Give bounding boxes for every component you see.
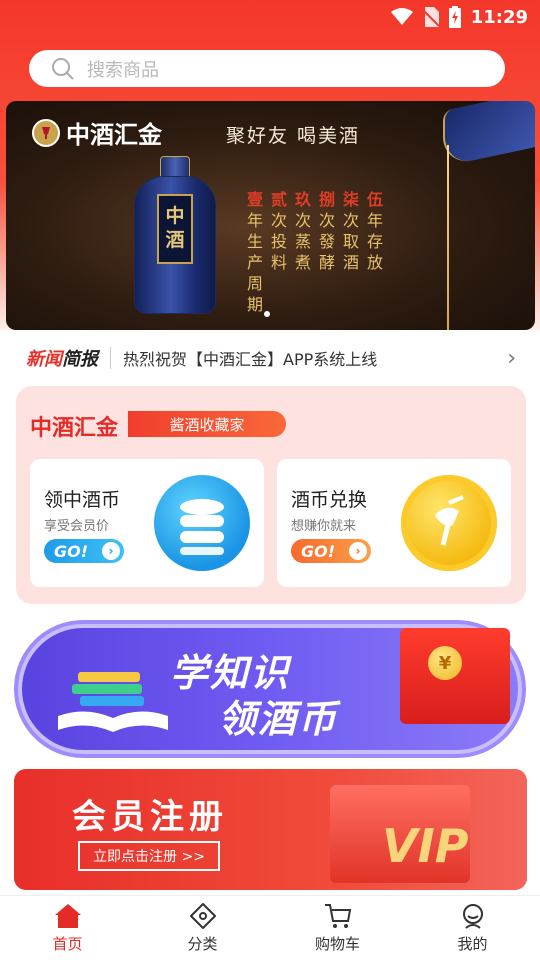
bottom-tab-bar: 首页 分类 购物车 我的 xyxy=(0,895,540,960)
poem-column: 捌 次 發 酵 xyxy=(318,190,335,272)
learn-banner-line2: 领酒币 xyxy=(218,697,339,741)
tab-cart-label: 购物车 xyxy=(314,934,360,953)
status-bar: 11:29 xyxy=(0,0,540,36)
vip-label: VIP xyxy=(382,819,469,873)
arrow-right-icon: › xyxy=(102,542,120,560)
get-coin-go-button[interactable]: GO! › xyxy=(44,539,124,563)
tab-category-label: 分类 xyxy=(187,934,218,953)
promo-carousel[interactable]: 中酒汇金 聚好友 喝美酒 中 酒 壹 年 生 产 周 期 贰 次 投 料 玖 次 xyxy=(6,101,535,330)
banner-brand-name: 中酒汇金 xyxy=(66,120,162,149)
battery-charging-icon xyxy=(448,6,461,28)
vip-register-banner[interactable]: 会员注册 立即点击注册 >> VIP xyxy=(14,769,527,890)
news-divider xyxy=(110,347,111,369)
gold-coin-icon xyxy=(401,475,497,571)
tab-home-label: 首页 xyxy=(52,934,83,953)
get-coin-card[interactable]: 领中酒币 享受会员价 GO! › xyxy=(30,459,264,587)
tab-profile[interactable]: 我的 xyxy=(405,896,540,960)
exchange-coin-card[interactable]: 酒币兑换 想赚你就来 GO! › xyxy=(277,459,511,587)
pouring-stream xyxy=(447,145,449,330)
poem-column: 柒 次 取 酒 xyxy=(342,190,359,272)
banner-brand: 中酒汇金 xyxy=(32,115,162,150)
tab-home[interactable]: 首页 xyxy=(0,896,135,960)
category-icon xyxy=(189,902,216,929)
liquor-bottle-image: 中 酒 xyxy=(134,156,216,314)
wifi-icon xyxy=(390,8,413,25)
poem-column: 玖 次 蒸 煮 xyxy=(294,190,311,272)
book-icon xyxy=(58,672,168,732)
news-ticker[interactable]: 新闻简报 热烈祝贺【中酒汇金】APP系统上线 › xyxy=(26,343,516,373)
search-input[interactable]: 搜索商品 xyxy=(29,50,505,87)
get-coin-title: 领中酒币 xyxy=(44,489,121,511)
coin-section-tag: 酱酒收藏家 xyxy=(128,411,286,437)
get-coin-subtitle: 享受会员价 xyxy=(44,519,110,534)
tab-cart[interactable]: 购物车 xyxy=(270,896,405,960)
yuan-coin-icon: ¥ xyxy=(428,646,462,680)
home-icon xyxy=(54,903,81,928)
search-placeholder: 搜索商品 xyxy=(87,59,159,81)
poem-column: 伍 年 存 放 xyxy=(366,190,383,272)
profile-icon xyxy=(462,903,483,929)
brand-logo-icon xyxy=(32,118,60,147)
banner-slogan: 聚好友 喝美酒 xyxy=(226,125,361,147)
cart-icon xyxy=(324,903,351,928)
search-icon xyxy=(52,57,74,80)
exchange-coin-subtitle: 想赚你就来 xyxy=(291,519,357,534)
pouring-bottle-image xyxy=(443,101,535,167)
carousel-indicator-dot[interactable] xyxy=(264,311,270,317)
no-sim-icon xyxy=(422,7,439,27)
news-tag: 新闻简报 xyxy=(26,349,98,370)
tab-category[interactable]: 分类 xyxy=(135,896,270,960)
exchange-coin-title: 酒币兑换 xyxy=(291,489,368,511)
arrow-right-icon: › xyxy=(349,542,367,560)
learn-earn-banner[interactable]: 学知识 领酒币 ¥ xyxy=(22,628,518,750)
exchange-coin-go-button[interactable]: GO! › xyxy=(291,539,371,563)
vip-banner-title: 会员注册 xyxy=(72,797,228,837)
bottle-label: 中 酒 xyxy=(157,194,193,264)
tab-profile-label: 我的 xyxy=(457,934,488,953)
poem-column: 壹 年 生 产 周 期 xyxy=(246,190,263,314)
news-headline[interactable]: 热烈祝贺【中酒汇金】APP系统上线 xyxy=(123,346,516,370)
banner-poem: 壹 年 生 产 周 期 贰 次 投 料 玖 次 蒸 煮 捌 次 發 酵 柒 次 xyxy=(246,189,384,315)
red-packet-icon: ¥ xyxy=(400,628,510,724)
status-icons: 11:29 xyxy=(390,6,528,28)
coin-stack-icon xyxy=(154,475,250,571)
coin-section-title: 中酒汇金 xyxy=(30,416,119,441)
chevron-right-icon[interactable]: › xyxy=(507,346,516,371)
coin-section: 中酒汇金 酱酒收藏家 领中酒币 享受会员价 GO! › 酒币兑换 想赚你就来 G… xyxy=(16,386,526,604)
poem-column: 贰 次 投 料 xyxy=(270,190,287,272)
register-now-button[interactable]: 立即点击注册 >> xyxy=(78,841,220,871)
status-time: 11:29 xyxy=(470,6,528,28)
